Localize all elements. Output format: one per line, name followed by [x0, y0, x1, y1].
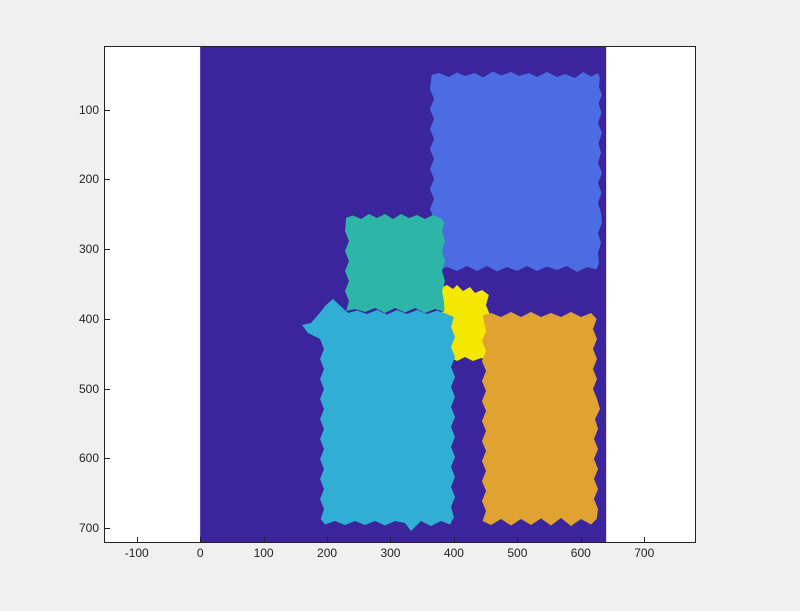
figure-window: -100 0 100 200 300 400 500 600 700 100 2…: [0, 0, 800, 611]
y-tick-mark: [105, 458, 110, 459]
y-tick-label: 600: [79, 451, 99, 465]
y-tick-mark: [105, 110, 110, 111]
x-tick-label: 500: [507, 546, 527, 560]
x-tick-label: 100: [254, 546, 274, 560]
y-tick-label: 300: [79, 242, 99, 256]
x-tick-mark: [644, 537, 645, 542]
x-tick-mark: [327, 537, 328, 542]
y-tick-label: 200: [79, 172, 99, 186]
x-tick-label: 200: [317, 546, 337, 560]
y-tick-label: 700: [79, 521, 99, 535]
y-tick-mark: [105, 249, 110, 250]
x-tick-label: 300: [380, 546, 400, 560]
region-2: [345, 214, 445, 313]
y-tick-mark: [105, 389, 110, 390]
x-tick-label: 700: [634, 546, 654, 560]
region-3: [302, 299, 455, 531]
x-tick-label: 400: [444, 546, 464, 560]
x-tick-mark: [454, 537, 455, 542]
y-tick-mark: [105, 319, 110, 320]
region-1: [430, 72, 602, 273]
y-tick-label: 400: [79, 312, 99, 326]
y-tick-label: 100: [79, 103, 99, 117]
y-tick-mark: [105, 179, 110, 180]
x-tick-mark: [264, 537, 265, 542]
x-tick-label: -100: [125, 546, 149, 560]
x-tick-label: 600: [571, 546, 591, 560]
axes[interactable]: -100 0 100 200 300 400 500 600 700 100 2…: [104, 46, 696, 543]
x-tick-mark: [137, 537, 138, 542]
x-tick-mark: [390, 537, 391, 542]
x-tick-mark: [517, 537, 518, 542]
label-image: [105, 47, 695, 542]
x-tick-mark: [200, 537, 201, 542]
plot-area: [105, 47, 695, 542]
x-tick-mark: [581, 537, 582, 542]
y-tick-mark: [105, 528, 110, 529]
x-tick-label: 0: [197, 546, 204, 560]
y-tick-label: 500: [79, 382, 99, 396]
region-5: [482, 312, 600, 526]
